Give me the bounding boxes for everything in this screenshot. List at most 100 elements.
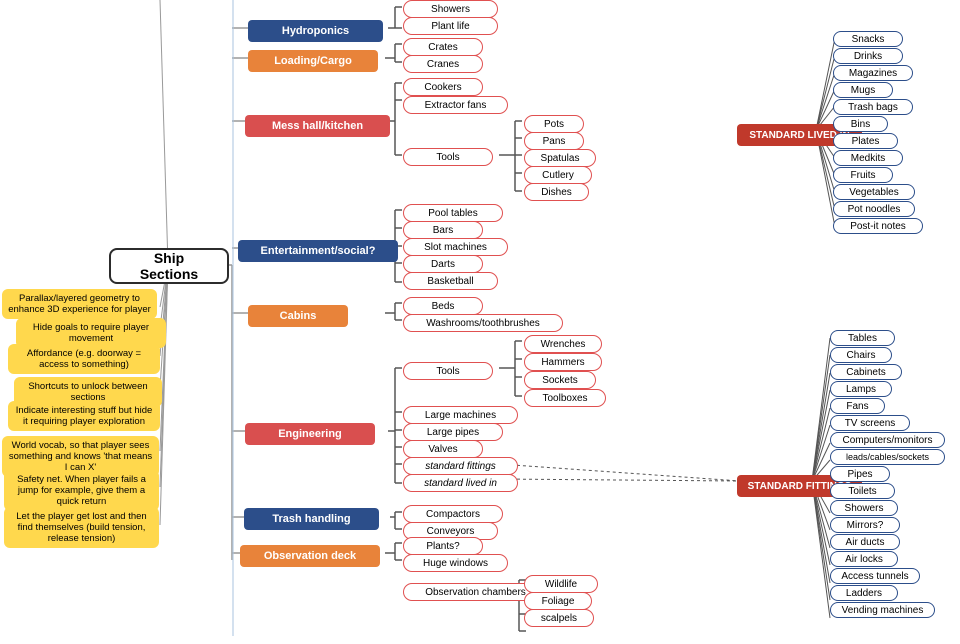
- wildlife-label: Wildlife: [545, 579, 577, 590]
- wrenches-item: Wrenches: [524, 335, 602, 353]
- hydroponics-label: Hydroponics: [282, 25, 349, 37]
- darts-label: Darts: [431, 259, 455, 270]
- vegetables-label: Vegetables: [849, 187, 899, 198]
- mugs-label: Mugs: [851, 85, 875, 96]
- dishes-label: Dishes: [541, 187, 572, 198]
- cookers-label: Cookers: [424, 82, 461, 93]
- yellow-5-label: Indicate interesting stuff but hide it r…: [14, 405, 154, 427]
- standard-fittings-item: standard fittings: [403, 457, 518, 475]
- trash-bags-item: Trash bags: [833, 99, 913, 115]
- pot-noodles-label: Pot noodles: [848, 204, 901, 215]
- beds-label: Beds: [432, 301, 455, 312]
- cabins-label: Cabins: [280, 310, 317, 322]
- magazines-label: Magazines: [849, 68, 897, 79]
- showers-right-item: Showers: [830, 500, 898, 516]
- pool-tables-item: Pool tables: [403, 204, 503, 222]
- yellow-1-label: Parallax/layered geometry to enhance 3D …: [8, 293, 151, 315]
- bars-item: Bars: [403, 221, 483, 239]
- toolboxes-item: Toolboxes: [524, 389, 606, 407]
- pot-noodles-item: Pot noodles: [833, 201, 915, 217]
- pans-item: Pans: [524, 132, 584, 150]
- observation-section: Observation deck: [240, 545, 380, 567]
- ship-sections-node: Ship Sections: [109, 248, 229, 284]
- pots-item: Pots: [524, 115, 584, 133]
- large-pipes-item: Large pipes: [403, 423, 503, 441]
- toolboxes-label: Toolboxes: [542, 393, 587, 404]
- entertainment-label: Entertainment/social?: [261, 245, 376, 257]
- slot-machines-label: Slot machines: [424, 242, 487, 253]
- spatulas-label: Spatulas: [541, 153, 580, 164]
- engineering-section: Engineering: [245, 423, 375, 445]
- large-pipes-label: Large pipes: [427, 427, 479, 438]
- cranes-item: Cranes: [403, 55, 483, 73]
- tools-mess-item: Tools: [403, 148, 493, 166]
- yellow-3-label: Affordance (e.g. doorway = access to som…: [14, 348, 154, 370]
- observation-label: Observation deck: [264, 550, 356, 562]
- compactors-label: Compactors: [426, 509, 480, 520]
- tools-eng-item: Tools: [403, 362, 493, 380]
- mirrors-item: Mirrors?: [830, 517, 900, 533]
- showers-item: Showers: [403, 0, 498, 18]
- yellow-6-label: World vocab, so that player sees somethi…: [8, 440, 153, 473]
- basketball-label: Basketball: [427, 276, 473, 287]
- extractor-fans-item: Extractor fans: [403, 96, 508, 114]
- tv-screens-item: TV screens: [830, 415, 910, 431]
- slot-machines-item: Slot machines: [403, 238, 508, 256]
- valves-label: Valves: [428, 444, 457, 455]
- yellow-node-3: Affordance (e.g. doorway = access to som…: [8, 344, 160, 374]
- trash-label: Trash handling: [272, 513, 350, 525]
- post-it-notes-item: Post-it notes: [833, 218, 923, 234]
- drinks-label: Drinks: [854, 51, 882, 62]
- wildlife-item: Wildlife: [524, 575, 598, 593]
- yellow-8-label: Let the player get lost and then find th…: [10, 511, 153, 544]
- yellow-node-1: Parallax/layered geometry to enhance 3D …: [2, 289, 157, 319]
- plants-label: Plants?: [426, 541, 459, 552]
- snacks-item: Snacks: [833, 31, 903, 47]
- pipes-item: Pipes: [830, 466, 890, 482]
- standard-lived-item-label: standard lived in: [424, 478, 497, 489]
- air-ducts-item: Air ducts: [830, 534, 900, 550]
- hammers-item: Hammers: [524, 353, 602, 371]
- trash-bags-label: Trash bags: [848, 102, 898, 113]
- drinks-item: Drinks: [833, 48, 903, 64]
- loading-label: Loading/Cargo: [274, 55, 352, 67]
- yellow-node-5: Indicate interesting stuff but hide it r…: [8, 401, 160, 431]
- tools-eng-label: Tools: [436, 366, 459, 377]
- sockets-item: Sockets: [524, 371, 596, 389]
- conveyors-label: Conveyors: [427, 526, 475, 537]
- standard-lived-item: standard lived in: [403, 474, 518, 492]
- fruits-label: Fruits: [851, 170, 876, 181]
- air-locks-item: Air locks: [830, 551, 898, 567]
- dishes-item: Dishes: [524, 183, 589, 201]
- vending-machines-item: Vending machines: [830, 602, 935, 618]
- obs-chambers-label: Observation chambers: [425, 587, 526, 598]
- entertainment-section: Entertainment/social?: [238, 240, 398, 262]
- cookers-item: Cookers: [403, 78, 483, 96]
- yellow-2-label: Hide goals to require player movement: [22, 322, 160, 344]
- medkits-item: Medkits: [833, 150, 903, 166]
- snacks-label: Snacks: [852, 34, 885, 45]
- scalpels-label: scalpels: [541, 613, 577, 624]
- tables-item: Tables: [830, 330, 895, 346]
- access-tunnels-item: Access tunnels: [830, 568, 920, 584]
- engineering-label: Engineering: [278, 428, 342, 440]
- pool-tables-label: Pool tables: [428, 208, 477, 219]
- foliage-item: Foliage: [524, 592, 592, 610]
- extractor-fans-label: Extractor fans: [425, 100, 487, 111]
- large-machines-label: Large machines: [425, 410, 496, 421]
- pots-label: Pots: [544, 119, 564, 130]
- crates-item: Crates: [403, 38, 483, 56]
- bins-item: Bins: [833, 116, 888, 132]
- lamps-item: Lamps: [830, 381, 892, 397]
- trash-section: Trash handling: [244, 508, 379, 530]
- plates-item: Plates: [833, 133, 898, 149]
- compactors-item: Compactors: [403, 505, 503, 523]
- ship-sections-label: Ship Sections: [125, 250, 213, 282]
- wrenches-label: Wrenches: [541, 339, 586, 350]
- yellow-4-label: Shortcuts to unlock between sections: [20, 381, 156, 403]
- crates-label: Crates: [428, 42, 457, 53]
- huge-windows-item: Huge windows: [403, 554, 508, 572]
- loading-section: Loading/Cargo: [248, 50, 378, 72]
- yellow-node-7: Safety net. When player fails a jump for…: [4, 470, 159, 511]
- toilets-item: Toilets: [830, 483, 895, 499]
